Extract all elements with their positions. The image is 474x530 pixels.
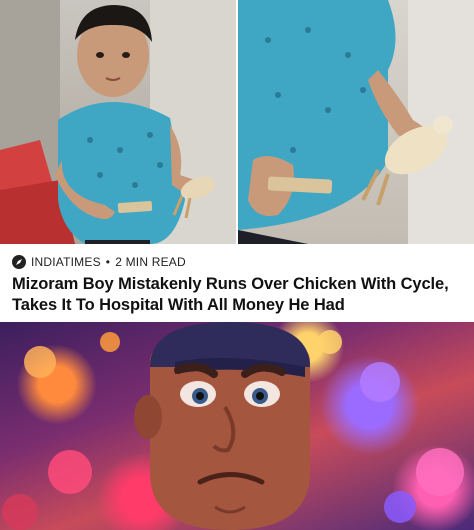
article-headline[interactable]: Mizoram Boy Mistakenly Runs Over Chicken…: [12, 274, 462, 316]
article-caption[interactable]: INDIATIMES • 2 MIN READ Mizoram Boy Mist…: [0, 244, 474, 322]
sad-character-illustration: [2, 322, 464, 530]
article-source-row: INDIATIMES • 2 MIN READ: [12, 254, 462, 270]
photo-closeup-illustration: [238, 0, 474, 244]
photo-boy-with-chicken: [0, 0, 236, 244]
compass-icon: [12, 255, 26, 269]
photo-boy-closeup: [238, 0, 474, 244]
photo-boy-illustration: [0, 0, 236, 244]
photo-row: [0, 0, 474, 244]
article-source: INDIATIMES: [31, 255, 101, 269]
article-read-time: 2 MIN READ: [115, 255, 186, 269]
meme-reaction-image: [0, 322, 474, 530]
article-separator: •: [105, 255, 111, 269]
